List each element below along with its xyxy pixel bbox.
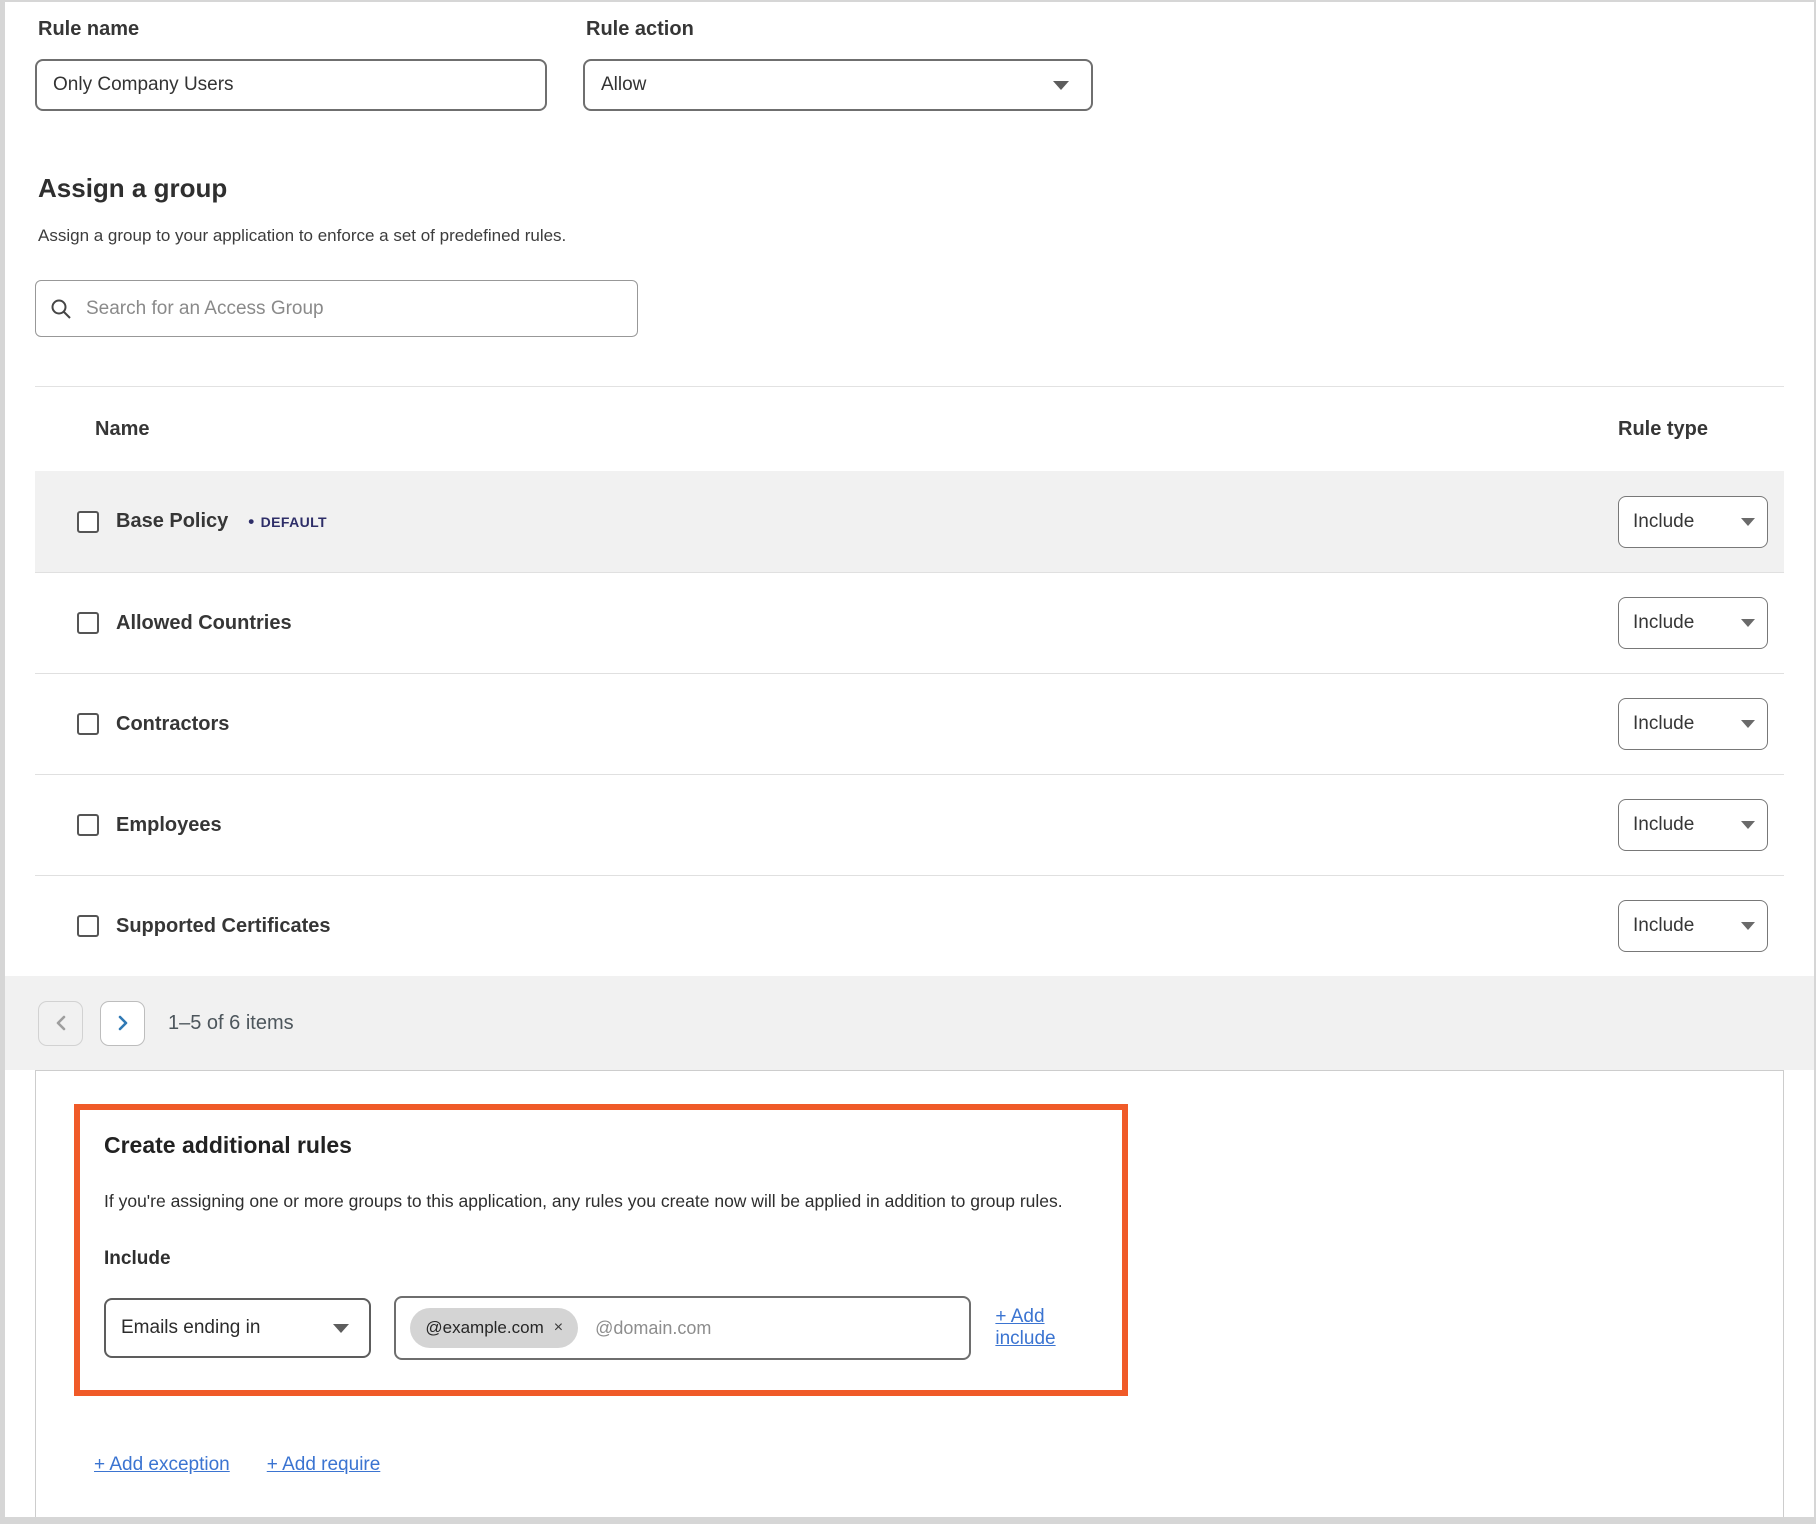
assign-group-description: Assign a group to your application to en… <box>38 226 1814 246</box>
table-row: Base Policy •DEFAULT Include <box>35 471 1784 572</box>
create-rules-description: If you're assigning one or more groups t… <box>104 1191 1102 1212</box>
rule-type-select[interactable]: Include <box>1618 698 1768 750</box>
rule-action-label: Rule action <box>586 18 1093 41</box>
email-input-placeholder: @domain.com <box>595 1318 711 1339</box>
chevron-left-icon <box>54 1014 68 1032</box>
access-group-search[interactable] <box>35 280 638 337</box>
remove-chip-icon[interactable]: × <box>554 1319 563 1337</box>
email-domain-input[interactable]: @example.com × @domain.com <box>394 1296 971 1360</box>
search-icon <box>50 298 72 320</box>
group-name: Base Policy <box>116 510 228 533</box>
rule-action-select[interactable]: Allow <box>583 59 1093 111</box>
add-require-link[interactable]: + Add require <box>267 1454 381 1476</box>
rule-type-select[interactable]: Include <box>1618 799 1768 851</box>
include-label: Include <box>104 1248 1102 1270</box>
chevron-down-icon <box>333 1324 349 1333</box>
chevron-down-icon <box>1053 81 1069 90</box>
table-row: Allowed Countries Include <box>35 572 1784 673</box>
row-checkbox[interactable] <box>77 511 99 533</box>
rule-form: Rule name Rule action Allow <box>5 2 1814 111</box>
rule-type-select[interactable]: Include <box>1618 496 1768 548</box>
add-include-link[interactable]: + Add include <box>995 1306 1102 1350</box>
group-name: Contractors <box>116 713 229 736</box>
rule-action-value: Allow <box>601 74 646 96</box>
pagination-status: 1–5 of 6 items <box>168 1012 294 1035</box>
table-header: Name Rule type <box>35 387 1784 471</box>
assign-group-section: Assign a group Assign a group to your ap… <box>5 173 1814 337</box>
search-input[interactable] <box>86 298 623 320</box>
group-name: Supported Certificates <box>116 915 330 938</box>
chevron-down-icon <box>1741 720 1755 728</box>
chevron-down-icon <box>1741 821 1755 829</box>
pagination: 1–5 of 6 items <box>5 976 1814 1070</box>
prev-page-button[interactable] <box>38 1001 83 1046</box>
row-checkbox[interactable] <box>77 713 99 735</box>
table-row: Employees Include <box>35 774 1784 875</box>
chevron-right-icon <box>116 1014 130 1032</box>
create-rules-heading: Create additional rules <box>104 1132 1102 1159</box>
assign-group-heading: Assign a group <box>38 173 1814 204</box>
group-name: Employees <box>116 814 222 837</box>
column-header-name: Name <box>95 418 149 441</box>
rule-links: + Add exception + Add require <box>94 1454 1783 1476</box>
row-checkbox[interactable] <box>77 915 99 937</box>
rule-name-input[interactable] <box>35 59 547 111</box>
chevron-down-icon <box>1741 922 1755 930</box>
create-rules-card: Create additional rules If you're assign… <box>35 1070 1784 1517</box>
include-rule-row: Emails ending in @example.com × @domain.… <box>104 1296 1102 1360</box>
rule-criteria-select[interactable]: Emails ending in <box>104 1298 371 1358</box>
chevron-down-icon <box>1741 619 1755 627</box>
email-chip-value: @example.com <box>425 1318 543 1338</box>
rule-type-select[interactable]: Include <box>1618 597 1768 649</box>
chevron-down-icon <box>1741 518 1755 526</box>
access-groups-table: Name Rule type Base Policy •DEFAULT Incl… <box>35 386 1784 976</box>
rule-criteria-value: Emails ending in <box>121 1317 260 1339</box>
group-name: Allowed Countries <box>116 612 292 635</box>
email-chip: @example.com × <box>410 1308 578 1348</box>
create-rules-highlight: Create additional rules If you're assign… <box>74 1104 1128 1396</box>
table-row: Supported Certificates Include <box>35 875 1784 976</box>
bullet-icon: • <box>248 512 254 531</box>
default-badge: •DEFAULT <box>248 512 327 532</box>
add-exception-link[interactable]: + Add exception <box>94 1454 230 1476</box>
table-row: Contractors Include <box>35 673 1784 774</box>
rule-action-field-group: Rule action Allow <box>583 16 1093 111</box>
next-page-button[interactable] <box>100 1001 145 1046</box>
page: Rule name Rule action Allow Assign a gro… <box>0 0 1816 1524</box>
column-header-rule-type: Rule type <box>1618 418 1768 441</box>
rule-type-select[interactable]: Include <box>1618 900 1768 952</box>
row-checkbox[interactable] <box>77 814 99 836</box>
row-checkbox[interactable] <box>77 612 99 634</box>
rule-name-label: Rule name <box>38 18 547 41</box>
rule-name-field-group: Rule name <box>35 16 547 111</box>
